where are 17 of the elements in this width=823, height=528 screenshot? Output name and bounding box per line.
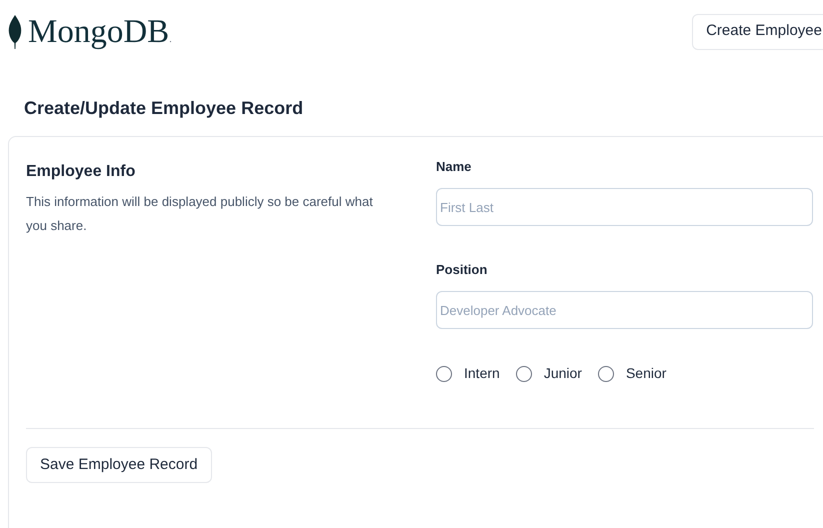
leaf-icon (8, 14, 22, 48)
radio-button[interactable] (598, 366, 614, 382)
section-title: Employee Info (26, 162, 136, 182)
save-employee-button[interactable]: Save Employee Record (26, 447, 212, 483)
radio-button[interactable] (516, 366, 532, 382)
radio-label: Junior (544, 364, 582, 383)
page-title: Create/Update Employee Record (24, 97, 304, 120)
section-description: This information will be displayed publicly so be careful what you share. (26, 193, 374, 235)
text-field[interactable]: Developer Advocate (436, 291, 813, 329)
create-employee-button[interactable]: Create Employee (692, 14, 823, 50)
field-label: Position (436, 261, 488, 279)
radio-label: Senior (626, 364, 666, 383)
text-field[interactable]: First Last (436, 188, 813, 226)
radio-label: Intern (464, 364, 500, 383)
radio-button[interactable] (436, 366, 452, 382)
logo-text: MongoDB. (28, 16, 172, 48)
field-label: Name (436, 158, 472, 176)
